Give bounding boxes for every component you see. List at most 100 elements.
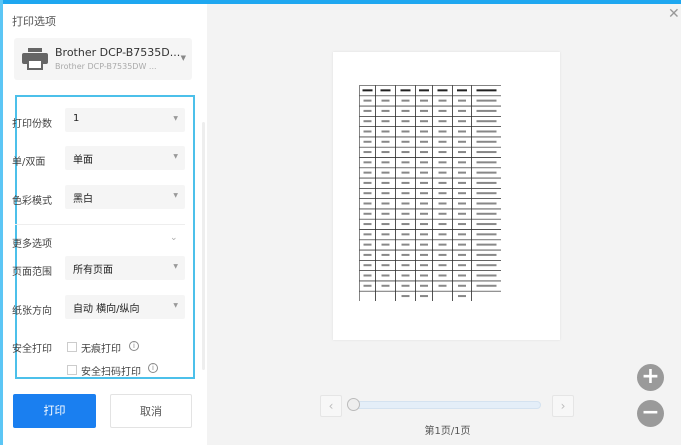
cell-text-mark: [381, 130, 390, 133]
more-options-toggle[interactable]: 更多选项: [12, 235, 52, 250]
cell-text-mark: [363, 202, 372, 205]
table-cell: [375, 290, 396, 301]
cell-text-mark: [458, 274, 466, 277]
cell-text-mark: [420, 233, 428, 236]
cell-text-mark: [438, 130, 447, 133]
cell-text-mark: [438, 223, 447, 226]
close-icon[interactable]: ✕: [668, 6, 680, 22]
zoom-out-button[interactable]: −: [637, 400, 664, 427]
cell-text-mark: [381, 171, 390, 174]
cell-text-mark: [476, 233, 497, 236]
color-select[interactable]: 黑白 ▼: [65, 185, 185, 209]
page-slider-thumb[interactable]: [347, 398, 360, 411]
printer-name: Brother DCP-B7535D...: [55, 46, 181, 59]
secure-scan-print-label: 安全扫码打印: [81, 367, 141, 378]
range-select[interactable]: 所有页面 ▼: [65, 256, 185, 280]
cell-text-mark: [381, 120, 390, 123]
cell-text-mark: [420, 161, 428, 164]
cell-text-mark: [363, 99, 372, 102]
printer-icon: [22, 48, 48, 70]
table-cell: [432, 290, 453, 301]
cell-text-mark: [420, 212, 428, 215]
cell-text-mark: [457, 89, 467, 92]
cell-text-mark: [401, 243, 410, 246]
cell-text-mark: [476, 89, 497, 92]
caret-down-icon: ▼: [173, 115, 178, 122]
duplex-label: 单/双面: [12, 157, 46, 168]
cell-text-mark: [381, 181, 390, 184]
cell-text-mark: [476, 223, 497, 226]
cell-text-mark: [476, 264, 497, 267]
info-icon[interactable]: i: [148, 363, 158, 373]
scrollbar[interactable]: [202, 122, 205, 370]
cell-text-mark: [363, 171, 372, 174]
cell-text-mark: [438, 171, 447, 174]
secure-scan-print-checkbox[interactable]: [67, 365, 77, 375]
cell-text-mark: [476, 274, 497, 277]
cell-text-mark: [476, 243, 497, 246]
cell-text-mark: [438, 99, 447, 102]
cell-text-mark: [420, 120, 428, 123]
cell-text-mark: [380, 89, 391, 92]
cell-text-mark: [401, 99, 410, 102]
cell-text-mark: [401, 161, 410, 164]
divider: [15, 224, 185, 225]
zoom-in-button[interactable]: +: [637, 364, 664, 391]
cell-text-mark: [401, 192, 410, 195]
duplex-select[interactable]: 单面 ▼: [65, 146, 185, 170]
cell-text-mark: [363, 284, 372, 287]
cell-text-mark: [381, 274, 390, 277]
secure-print-label: 安全打印: [12, 344, 52, 355]
copies-value: 1: [73, 113, 80, 124]
next-page-button[interactable]: ›: [552, 395, 574, 417]
panel-title: 打印选项: [12, 15, 56, 28]
cell-text-mark: [458, 284, 466, 287]
cell-text-mark: [420, 109, 428, 112]
cell-text-mark: [458, 192, 466, 195]
cell-text-mark: [458, 243, 466, 246]
cell-text-mark: [458, 253, 466, 256]
cell-text-mark: [363, 223, 372, 226]
traceless-print-checkbox[interactable]: [67, 342, 77, 352]
printer-select[interactable]: Brother DCP-B7535D... Brother DCP-B7535D…: [14, 38, 192, 80]
page-slider[interactable]: [350, 401, 541, 409]
cell-text-mark: [438, 161, 447, 164]
cell-text-mark: [458, 181, 466, 184]
cell-text-mark: [401, 233, 410, 236]
info-icon[interactable]: i: [129, 341, 139, 351]
caret-down-icon: ▼: [173, 192, 178, 199]
cell-text-mark: [458, 109, 466, 112]
cell-text-mark: [401, 264, 410, 267]
cell-text-mark: [438, 120, 447, 123]
cell-text-mark: [438, 109, 447, 112]
cell-text-mark: [437, 89, 448, 92]
cell-text-mark: [458, 99, 466, 102]
cell-text-mark: [363, 274, 372, 277]
cell-text-mark: [401, 130, 410, 133]
print-button[interactable]: 打印: [13, 394, 96, 428]
table-cell: [471, 290, 501, 301]
cell-text-mark: [381, 264, 390, 267]
cell-text-mark: [381, 109, 390, 112]
chevron-down-icon[interactable]: ⌄: [170, 233, 178, 243]
print-options-panel: 打印选项 Brother DCP-B7535D... Brother DCP-B…: [3, 4, 207, 445]
cell-text-mark: [476, 284, 497, 287]
cell-text-mark: [401, 120, 410, 123]
copies-select[interactable]: 1 ▼: [65, 108, 185, 132]
caret-down-icon: ▼: [173, 302, 178, 309]
color-label: 色彩模式: [12, 196, 52, 207]
cell-text-mark: [381, 151, 390, 154]
cell-text-mark: [381, 243, 390, 246]
cell-text-mark: [381, 233, 390, 236]
prev-page-button[interactable]: ‹: [320, 395, 342, 417]
cell-text-mark: [458, 295, 466, 298]
caret-down-icon: ▼: [173, 153, 178, 160]
orientation-select[interactable]: 自动 横向/纵向 ▼: [65, 295, 185, 319]
cell-text-mark: [458, 161, 466, 164]
cell-text-mark: [438, 264, 447, 267]
cell-text-mark: [420, 140, 428, 143]
cell-text-mark: [458, 171, 466, 174]
cancel-button[interactable]: 取消: [110, 394, 192, 428]
color-value: 黑白: [73, 194, 93, 205]
cell-text-mark: [476, 109, 497, 112]
